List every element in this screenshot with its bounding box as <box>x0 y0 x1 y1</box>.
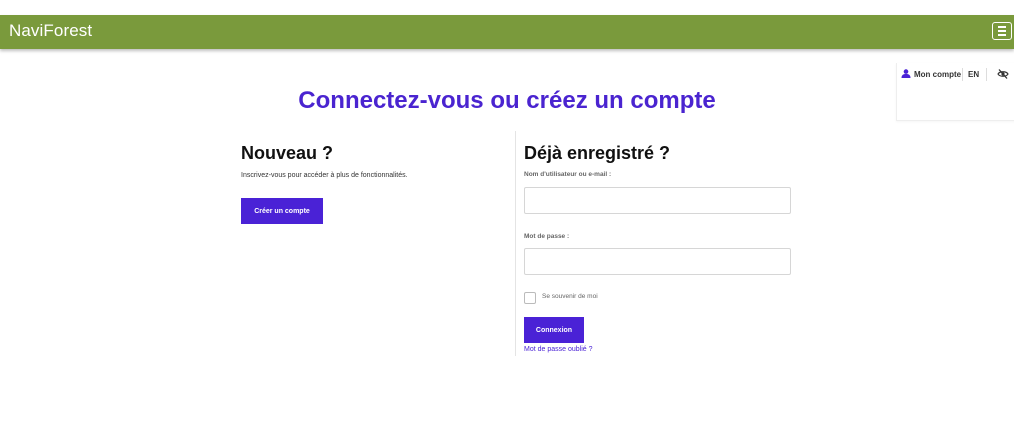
username-input[interactable] <box>524 187 791 214</box>
utility-divider <box>986 68 987 81</box>
column-divider <box>515 131 516 356</box>
my-account-label: Mon compte <box>914 70 962 79</box>
login-heading: Déjà enregistré ? <box>524 143 671 163</box>
hamburger-menu-button[interactable] <box>992 22 1012 40</box>
new-account-description: Inscrivez-vous pour accéder à plus de fo… <box>241 172 408 179</box>
user-icon <box>901 69 911 78</box>
remember-me-label[interactable]: Se souvenir de moi <box>542 293 598 300</box>
forgot-password-link[interactable]: Mot de passe oublié ? <box>524 346 593 353</box>
eye-slash-icon[interactable] <box>997 68 1009 80</box>
my-account-link[interactable]: Mon compte <box>901 69 961 79</box>
brand-logo-text[interactable]: NaviForest <box>9 21 92 41</box>
new-account-heading: Nouveau ? <box>241 143 334 163</box>
password-label: Mot de passe : <box>524 233 570 240</box>
hamburger-icon <box>998 26 1006 28</box>
password-input[interactable] <box>524 248 791 275</box>
page-title: Connectez-vous ou créez un compte <box>298 87 716 114</box>
utility-divider <box>962 68 963 81</box>
username-label: Nom d'utilisateur ou e-mail : <box>524 171 612 178</box>
language-switch[interactable]: EN <box>968 70 979 79</box>
login-button[interactable]: Connexion <box>524 317 584 343</box>
remember-me-checkbox[interactable] <box>524 292 536 304</box>
top-navbar: NaviForest <box>0 15 1014 49</box>
create-account-button[interactable]: Créer un compte <box>241 198 323 224</box>
